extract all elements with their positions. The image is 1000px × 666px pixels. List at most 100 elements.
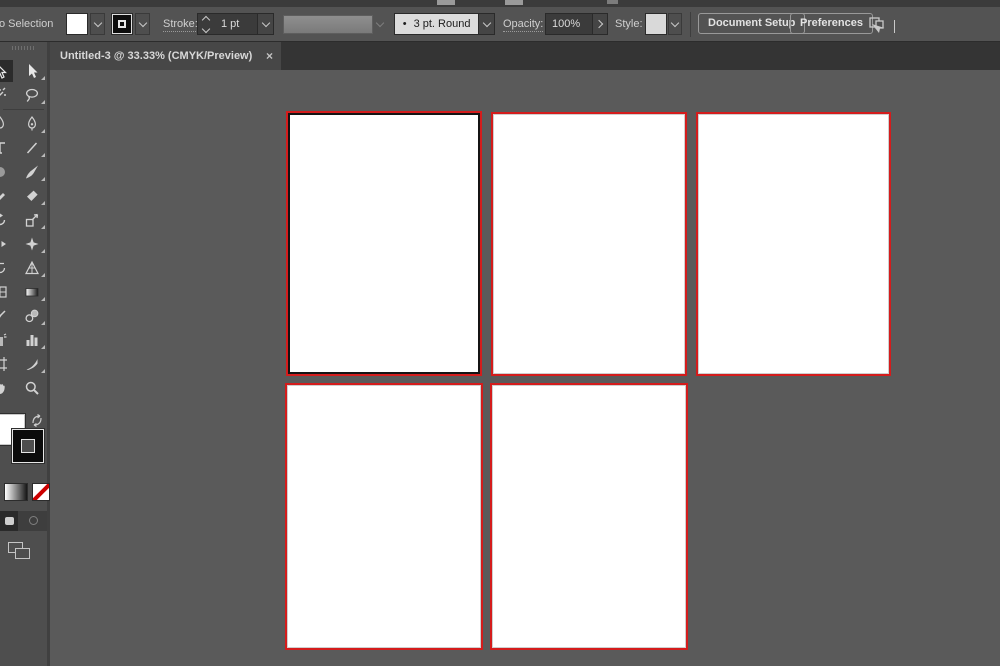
preferences-button[interactable]: Preferences xyxy=(790,13,873,34)
tool-lasso[interactable] xyxy=(17,84,47,106)
appbar-icon-fragment xyxy=(607,0,618,4)
tool-row xyxy=(0,160,47,184)
tool-line-segment[interactable] xyxy=(17,137,47,159)
draw-normal-icon xyxy=(5,517,14,525)
tool-row xyxy=(0,232,47,256)
app-bar-sliver xyxy=(0,0,1000,7)
tool-scale[interactable] xyxy=(17,209,47,231)
tool-eraser[interactable] xyxy=(17,185,47,207)
tool-selection[interactable] xyxy=(0,60,13,82)
fill-color-dropdown[interactable] xyxy=(90,13,105,35)
tool-curvature[interactable] xyxy=(17,113,47,135)
style-swatch[interactable] xyxy=(645,13,667,35)
document-tab[interactable]: Untitled-3 @ 33.33% (CMYK/Preview) × xyxy=(50,42,281,70)
tool-magic-wand[interactable] xyxy=(0,84,13,106)
tool-column-graph[interactable] xyxy=(17,329,47,351)
width-profile-group xyxy=(283,15,387,34)
none-button[interactable] xyxy=(33,484,49,500)
chevron-down-icon xyxy=(894,20,895,33)
drawing-modes xyxy=(0,511,47,531)
tool-hand[interactable] xyxy=(0,377,13,399)
brush-definition-field[interactable]: • 3 pt. Round xyxy=(395,14,478,34)
draw-behind-button[interactable] xyxy=(29,516,38,525)
chevron-right-icon xyxy=(594,20,602,28)
panel-grip[interactable] xyxy=(12,46,36,50)
tool-row xyxy=(0,136,47,160)
selection-status: No Selection xyxy=(0,18,53,30)
gradient-button[interactable] xyxy=(5,484,27,500)
fill-color-swatch[interactable] xyxy=(66,13,88,35)
stroke-color-dropdown[interactable] xyxy=(135,13,150,35)
tab-bar: Untitled-3 @ 33.33% (CMYK/Preview) × xyxy=(50,42,1000,70)
width-profile-dropdown xyxy=(373,15,387,34)
brush-dropdown[interactable] xyxy=(478,14,494,34)
tool-paintbrush[interactable] xyxy=(17,161,47,183)
tool-mesh[interactable] xyxy=(0,281,13,303)
tool-row xyxy=(0,112,47,136)
isolate-dropdown[interactable] xyxy=(894,20,895,32)
appbar-icon-fragment xyxy=(437,0,455,5)
stroke-label[interactable]: Stroke: xyxy=(163,18,198,32)
draw-normal-button[interactable] xyxy=(0,511,18,531)
screen-mode-button[interactable] xyxy=(0,540,47,564)
tool-shaper[interactable] xyxy=(0,185,13,207)
style-label: Style: xyxy=(615,18,643,30)
control-bar: No Selection Stroke: 1 pt • 3 pt. Round … xyxy=(0,7,1000,42)
chevron-down-icon xyxy=(482,18,490,26)
fill-stroke-cluster xyxy=(0,414,47,478)
brush-name: 3 pt. Round xyxy=(414,18,471,30)
artboard-5[interactable] xyxy=(490,383,688,650)
tool-row xyxy=(0,83,47,107)
tool-row xyxy=(0,376,47,400)
opacity-expand[interactable] xyxy=(592,14,607,34)
tool-shape-builder[interactable] xyxy=(0,257,13,279)
tool-rotate[interactable] xyxy=(0,209,13,231)
stroke-weight-value[interactable]: 1 pt xyxy=(213,14,257,34)
stroke-color-swatch[interactable] xyxy=(111,13,133,35)
stroke-weight-dropdown[interactable] xyxy=(257,14,273,34)
tool-rectangle[interactable] xyxy=(0,161,13,183)
divider xyxy=(3,109,44,110)
opacity-value[interactable]: 100% xyxy=(546,14,592,34)
tool-free-transform[interactable] xyxy=(17,233,47,255)
color-mode-row xyxy=(0,484,47,502)
tools-panel xyxy=(0,42,50,666)
tool-perspective-grid[interactable] xyxy=(17,257,47,279)
tool-row xyxy=(0,328,47,352)
brush-dot-icon: • xyxy=(403,18,407,30)
stroke-weight-group: 1 pt xyxy=(197,13,274,35)
tool-artboard[interactable] xyxy=(0,353,13,375)
chevron-down-icon xyxy=(93,18,101,26)
stroke-swatch[interactable] xyxy=(12,429,44,463)
tool-row xyxy=(0,280,47,304)
tool-type[interactable] xyxy=(0,137,13,159)
opacity-label[interactable]: Opacity: xyxy=(503,18,543,32)
tool-width[interactable] xyxy=(0,233,13,255)
tool-zoom[interactable] xyxy=(17,377,47,399)
tab-close-icon[interactable]: × xyxy=(266,42,273,70)
tool-slice[interactable] xyxy=(17,353,47,375)
opacity-group: 100% xyxy=(545,13,608,35)
width-profile-preview xyxy=(283,15,373,34)
artboard-4[interactable] xyxy=(285,383,483,650)
artboard-2[interactable] xyxy=(491,112,687,376)
tool-row xyxy=(0,184,47,208)
isolate-selection-icon[interactable] xyxy=(866,15,888,35)
stroke-weight-stepper[interactable] xyxy=(198,14,213,34)
tool-row xyxy=(0,256,47,280)
tool-eyedropper[interactable] xyxy=(0,305,13,327)
divider xyxy=(690,12,691,37)
tool-blend[interactable] xyxy=(17,305,47,327)
tool-symbol-sprayer[interactable] xyxy=(0,329,13,351)
chevron-down-icon xyxy=(201,24,209,32)
tool-row xyxy=(0,208,47,232)
chevron-down-icon xyxy=(671,18,679,26)
artboard-1[interactable] xyxy=(286,111,482,376)
tool-pen[interactable] xyxy=(0,113,13,135)
tool-gradient[interactable] xyxy=(17,281,47,303)
style-dropdown[interactable] xyxy=(668,13,682,35)
tool-direct-selection[interactable] xyxy=(17,60,47,82)
artboard-3[interactable] xyxy=(696,112,891,376)
tool-row xyxy=(0,304,47,328)
screen-mode-icon xyxy=(15,548,30,559)
